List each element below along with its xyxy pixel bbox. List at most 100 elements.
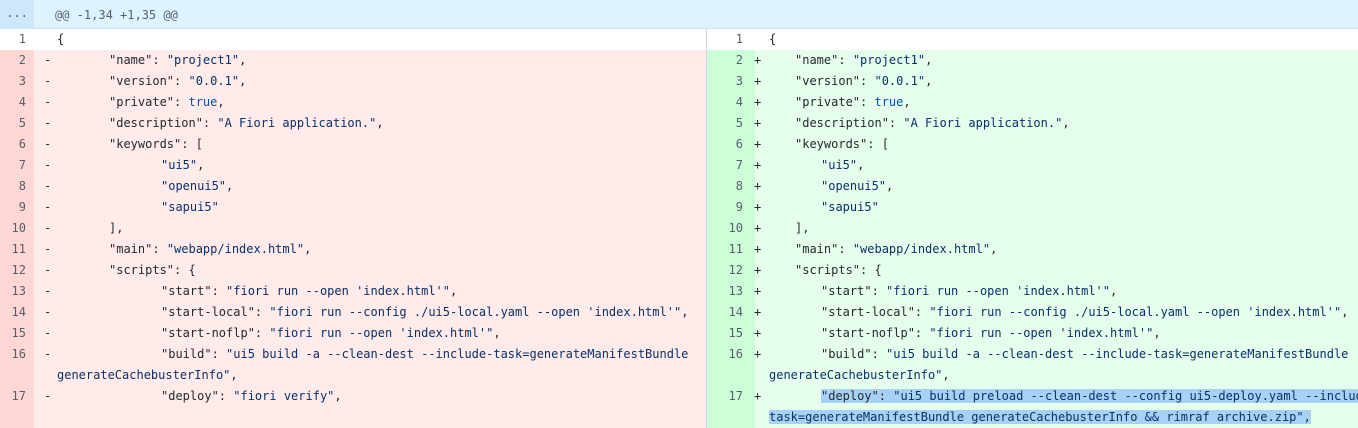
line-number[interactable]: 17	[0, 386, 26, 407]
code-token: "keywords"	[109, 137, 182, 151]
line-number[interactable]: 15	[707, 323, 743, 344]
code-token: ,	[903, 95, 911, 109]
code-text: "keywords": [	[795, 134, 889, 155]
diff-line: generateCachebusterInfo",	[0, 365, 706, 386]
code-text: "name": "project1",	[795, 50, 932, 71]
code-text: "build": "ui5 build -a --clean-dest --in…	[161, 344, 688, 365]
line-number[interactable]: 9	[707, 197, 743, 218]
line-number[interactable]: 10	[707, 218, 743, 239]
code-token: :	[914, 305, 930, 319]
code-token: "fiori run --open 'index.html'"	[886, 284, 1110, 298]
diff-line: 16 + "build": "ui5 build -a --clean-dest -…	[707, 344, 1358, 365]
hunk-header-row: ... @@ -1,34 +1,35 @@	[0, 0, 1358, 29]
line-number[interactable]: 5	[707, 113, 743, 134]
code-token: :	[152, 53, 167, 67]
add-marker: +	[754, 158, 762, 172]
line-number[interactable]: 12	[0, 260, 26, 281]
delete-marker: -	[44, 53, 52, 67]
line-number[interactable]: 12	[707, 260, 743, 281]
delete-marker: -	[44, 389, 52, 403]
delete-marker: -	[44, 74, 52, 88]
diff-line: 4 + "private": true,	[707, 92, 1358, 113]
line-number[interactable]: 4	[707, 92, 743, 113]
line-number[interactable]: 5	[0, 113, 26, 134]
diff-line: 5 + "description": "A Fiori application.",	[707, 113, 1358, 134]
code-token: ],	[795, 221, 810, 235]
code-token: :	[211, 347, 227, 361]
code-token: :	[218, 389, 234, 403]
diff-line: 14 + "start-local": "fiori run --config ./…	[707, 302, 1358, 323]
delete-marker: -	[44, 158, 52, 172]
line-number[interactable]: 16	[707, 344, 743, 365]
code-text: {	[769, 29, 776, 50]
line-number[interactable]: 8	[0, 176, 26, 197]
delete-marker: -	[44, 221, 52, 235]
line-number[interactable]: 7	[0, 155, 26, 176]
code-token: "fiori run --config ./ui5-local.yaml --o…	[929, 305, 1342, 319]
code-token: :	[174, 95, 189, 109]
code-token: "openui5"	[821, 179, 887, 193]
diff-line: 11 + "main": "webapp/index.html",	[707, 239, 1358, 260]
code-token: :	[254, 305, 270, 319]
code-token: "sapui5"	[821, 200, 879, 214]
code-token: ,	[493, 326, 501, 340]
line-number[interactable]: 2	[707, 50, 743, 71]
line-number[interactable]: 13	[707, 281, 743, 302]
code-token: ,	[334, 389, 342, 403]
code-text: "deploy": "fiori verify",	[161, 386, 342, 407]
code-text: "deploy": "ui5 build preload --clean-des…	[821, 386, 1358, 407]
line-number[interactable]: 14	[707, 302, 743, 323]
code-token: : [	[867, 137, 889, 151]
code-text: "start-noflp": "fiori run --open 'index.…	[821, 323, 1161, 344]
diff-line: 14 - "start-local": "fiori run --config ./…	[0, 302, 706, 323]
code-text: generateCachebusterInfo",	[769, 365, 950, 386]
code-token: ,	[1303, 410, 1311, 424]
code-token: ,	[239, 74, 247, 88]
code-token: "openui5"	[161, 179, 227, 193]
code-token: true	[874, 95, 904, 109]
line-number[interactable]: 6	[0, 134, 26, 155]
code-token: ,	[239, 53, 247, 67]
diff-line: 16 - "build": "ui5 build -a --clean-dest -…	[0, 344, 706, 365]
line-number[interactable]: 14	[0, 302, 26, 323]
diff-line: 2 - "name": "project1",	[0, 50, 706, 71]
line-number[interactable]: 9	[0, 197, 26, 218]
line-number[interactable]: 1	[707, 29, 743, 50]
code-text: task=generateManifestBundle generateCach…	[769, 407, 1311, 428]
expand-hunk-button[interactable]: ...	[0, 0, 34, 29]
line-number[interactable]: 1	[0, 29, 26, 50]
code-token: "scripts"	[795, 263, 861, 277]
code-token: :	[871, 284, 887, 298]
line-number[interactable]: 2	[0, 50, 26, 71]
code-token: true	[188, 95, 218, 109]
code-token: ,	[226, 179, 234, 193]
line-number[interactable]: 6	[707, 134, 743, 155]
code-token: "webapp/index.html"	[852, 242, 991, 256]
code-token: "build"	[161, 347, 212, 361]
line-number[interactable]: 17	[707, 386, 743, 407]
line-number[interactable]: 15	[0, 323, 26, 344]
code-token: :	[888, 116, 904, 130]
line-number[interactable]: 8	[707, 176, 743, 197]
line-number[interactable]: 10	[0, 218, 26, 239]
line-number[interactable]: 13	[0, 281, 26, 302]
code-token: "build"	[821, 347, 872, 361]
line-number[interactable]: 3	[707, 71, 743, 92]
code-text: "main": "webapp/index.html",	[109, 239, 311, 260]
line-number[interactable]: 16	[0, 344, 26, 365]
line-number[interactable]: 11	[707, 239, 743, 260]
line-number[interactable]: 3	[0, 71, 26, 92]
code-token: "ui5"	[161, 158, 198, 172]
code-token: ,	[681, 305, 689, 319]
diff-line: task=generateManifestBundle generateCach…	[707, 407, 1358, 428]
line-number[interactable]: 7	[707, 155, 743, 176]
line-number[interactable]: 4	[0, 92, 26, 113]
code-token: ,	[1062, 116, 1070, 130]
line-number[interactable]: 11	[0, 239, 26, 260]
delete-marker: -	[44, 95, 52, 109]
diff-line: 17 + "deploy": "ui5 build preload --clean-…	[707, 386, 1358, 407]
code-text: "scripts": {	[795, 260, 882, 281]
code-token: :	[152, 242, 167, 256]
code-token: "sapui5"	[161, 200, 219, 214]
delete-marker: -	[44, 347, 52, 361]
